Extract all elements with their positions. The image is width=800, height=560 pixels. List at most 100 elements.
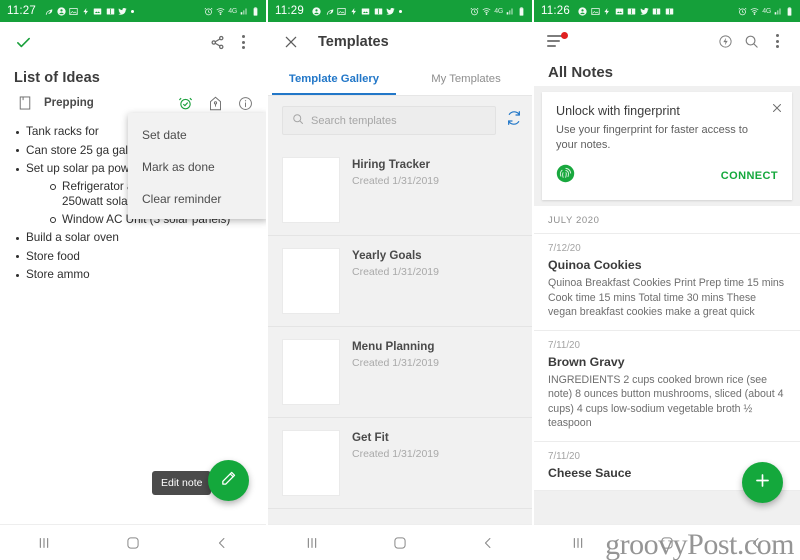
battery-icon — [252, 6, 259, 16]
card-actions: CONNECT — [556, 164, 778, 188]
bullet-item: Store food — [14, 249, 258, 265]
status-bar-right: 4G — [738, 6, 793, 16]
template-row[interactable]: Hiring Tracker Created 1/31/2019 — [268, 145, 532, 236]
note-list-item[interactable]: 7/11/20 Brown Gravy INGREDIENTS 2 cups c… — [534, 331, 800, 442]
status-time: 11:29 — [275, 5, 304, 17]
book-icon — [665, 7, 674, 16]
panel-note-editor: 11:27 4G List of Ideas Prepping Tank rac… — [0, 0, 268, 560]
status-time: 11:27 — [7, 5, 36, 17]
menu-item-mark-as-done[interactable]: Mark as done — [128, 151, 266, 183]
wifi-icon — [482, 7, 491, 16]
share-icon[interactable] — [204, 29, 230, 55]
overflow-menu-icon[interactable] — [764, 28, 790, 54]
search-input[interactable]: Search templates — [282, 106, 496, 135]
pencil-icon — [220, 470, 237, 492]
search-icon[interactable] — [738, 28, 764, 54]
watermark: groovyPost.com — [605, 528, 794, 560]
reminder-context-menu[interactable]: Set date Mark as done Clear reminder — [128, 113, 266, 219]
flash-icon — [350, 7, 358, 16]
close-icon[interactable] — [771, 101, 783, 119]
add-note-fab[interactable] — [742, 462, 783, 503]
signal-icon — [774, 7, 783, 16]
wifi-icon — [750, 7, 759, 16]
fingerprint-promo-card: Unlock with fingerprint Use your fingerp… — [542, 92, 792, 200]
notes-list: JULY 2020 7/12/20 Quinoa Cookies Quinoa … — [534, 206, 800, 491]
note-tag-row: Prepping — [0, 86, 266, 114]
note-title: Brown Gravy — [548, 354, 625, 369]
all-notes-scroll-area: Unlock with fingerprint Use your fingerp… — [534, 86, 800, 524]
book-icon — [374, 7, 383, 16]
note-preview: INGREDIENTS 2 cups cooked brown rice (se… — [548, 373, 784, 430]
bullet-line: Can store 25 ga — [26, 143, 110, 157]
template-name: Yearly Goals — [352, 249, 422, 262]
template-row[interactable]: Yearly Goals Created 1/31/2019 — [268, 236, 532, 327]
back-icon[interactable] — [468, 525, 508, 560]
status-bar-left: 11:29 — [275, 5, 470, 17]
template-thumbnail — [282, 157, 340, 223]
connect-button[interactable]: CONNECT — [721, 170, 778, 182]
menu-item-clear-reminder[interactable]: Clear reminder — [128, 183, 266, 215]
panel-templates: 11:29 4G Templates Template Gallery My T… — [268, 0, 534, 560]
twitter-icon — [640, 7, 649, 16]
template-thumbnail — [282, 430, 340, 496]
book-icon — [627, 7, 636, 16]
tag-icon[interactable] — [204, 92, 226, 114]
note-title: Quinoa Cookies — [548, 258, 642, 272]
template-row[interactable]: Get Fit Created 1/31/2019 — [268, 418, 532, 509]
status-bar: 11:29 4G — [268, 0, 532, 22]
note-preview: Quinoa Breakfast Cookies Print Prep time… — [548, 277, 785, 318]
leaf-icon — [325, 7, 334, 16]
month-header: JULY 2020 — [534, 206, 800, 234]
account-icon — [578, 6, 588, 16]
hamburger-icon[interactable] — [544, 28, 570, 54]
recents-icon[interactable] — [292, 525, 332, 560]
template-name: Hiring Tracker — [352, 158, 430, 171]
search-placeholder: Search templates — [311, 114, 397, 127]
bullet-item: Store ammo — [14, 267, 258, 283]
template-meta: Get Fit Created 1/31/2019 — [352, 430, 439, 496]
system-navbar — [268, 524, 532, 560]
template-thumbnail — [282, 339, 340, 405]
overflow-menu-icon[interactable] — [230, 29, 256, 55]
tab-template-gallery[interactable]: Template Gallery — [268, 62, 400, 95]
fingerprint-icon — [556, 164, 575, 188]
home-icon[interactable] — [380, 525, 420, 560]
template-created: Created 1/31/2019 — [352, 175, 439, 187]
templates-scroll-area: Search templates Hiring Tracker Created … — [268, 96, 532, 524]
status-bar-left: 11:27 — [7, 5, 204, 17]
alarm-check-icon[interactable] — [174, 92, 196, 114]
templates-tabs: Template Gallery My Templates — [268, 62, 532, 96]
kebab-icon — [775, 34, 779, 48]
note-title: List of Ideas — [14, 70, 100, 86]
recents-icon[interactable] — [558, 525, 598, 560]
template-row[interactable]: Menu Planning Created 1/31/2019 — [268, 327, 532, 418]
info-icon[interactable] — [234, 92, 256, 114]
template-created: Created 1/31/2019 — [352, 448, 439, 460]
page-title: Templates — [318, 34, 389, 50]
kebab-icon — [241, 35, 245, 49]
template-created: Created 1/31/2019 — [352, 266, 439, 278]
refresh-icon[interactable] — [506, 110, 522, 131]
close-icon[interactable] — [278, 29, 304, 55]
recents-icon[interactable] — [24, 525, 64, 560]
twitter-icon — [118, 7, 128, 16]
edit-note-fab[interactable] — [208, 460, 249, 501]
card-title: Unlock with fingerprint — [556, 104, 680, 118]
hamburger-glyph — [547, 32, 568, 48]
signal-icon — [506, 7, 515, 16]
sync-flash-icon[interactable] — [712, 28, 738, 54]
photo-icon — [337, 7, 347, 16]
account-icon — [312, 6, 322, 16]
wifi-icon — [216, 7, 225, 16]
check-icon[interactable] — [10, 29, 36, 55]
status-bar: 11:27 4G — [0, 0, 266, 22]
image-icon — [615, 7, 624, 16]
plus-icon — [753, 471, 772, 495]
back-icon[interactable] — [202, 525, 242, 560]
status-bar: 11:26 4G — [534, 0, 800, 22]
system-navbar — [0, 524, 266, 560]
tab-my-templates[interactable]: My Templates — [400, 62, 532, 95]
note-list-item[interactable]: 7/12/20 Quinoa Cookies Quinoa Breakfast … — [534, 234, 800, 331]
menu-item-set-date[interactable]: Set date — [128, 119, 266, 151]
home-icon[interactable] — [113, 525, 153, 560]
